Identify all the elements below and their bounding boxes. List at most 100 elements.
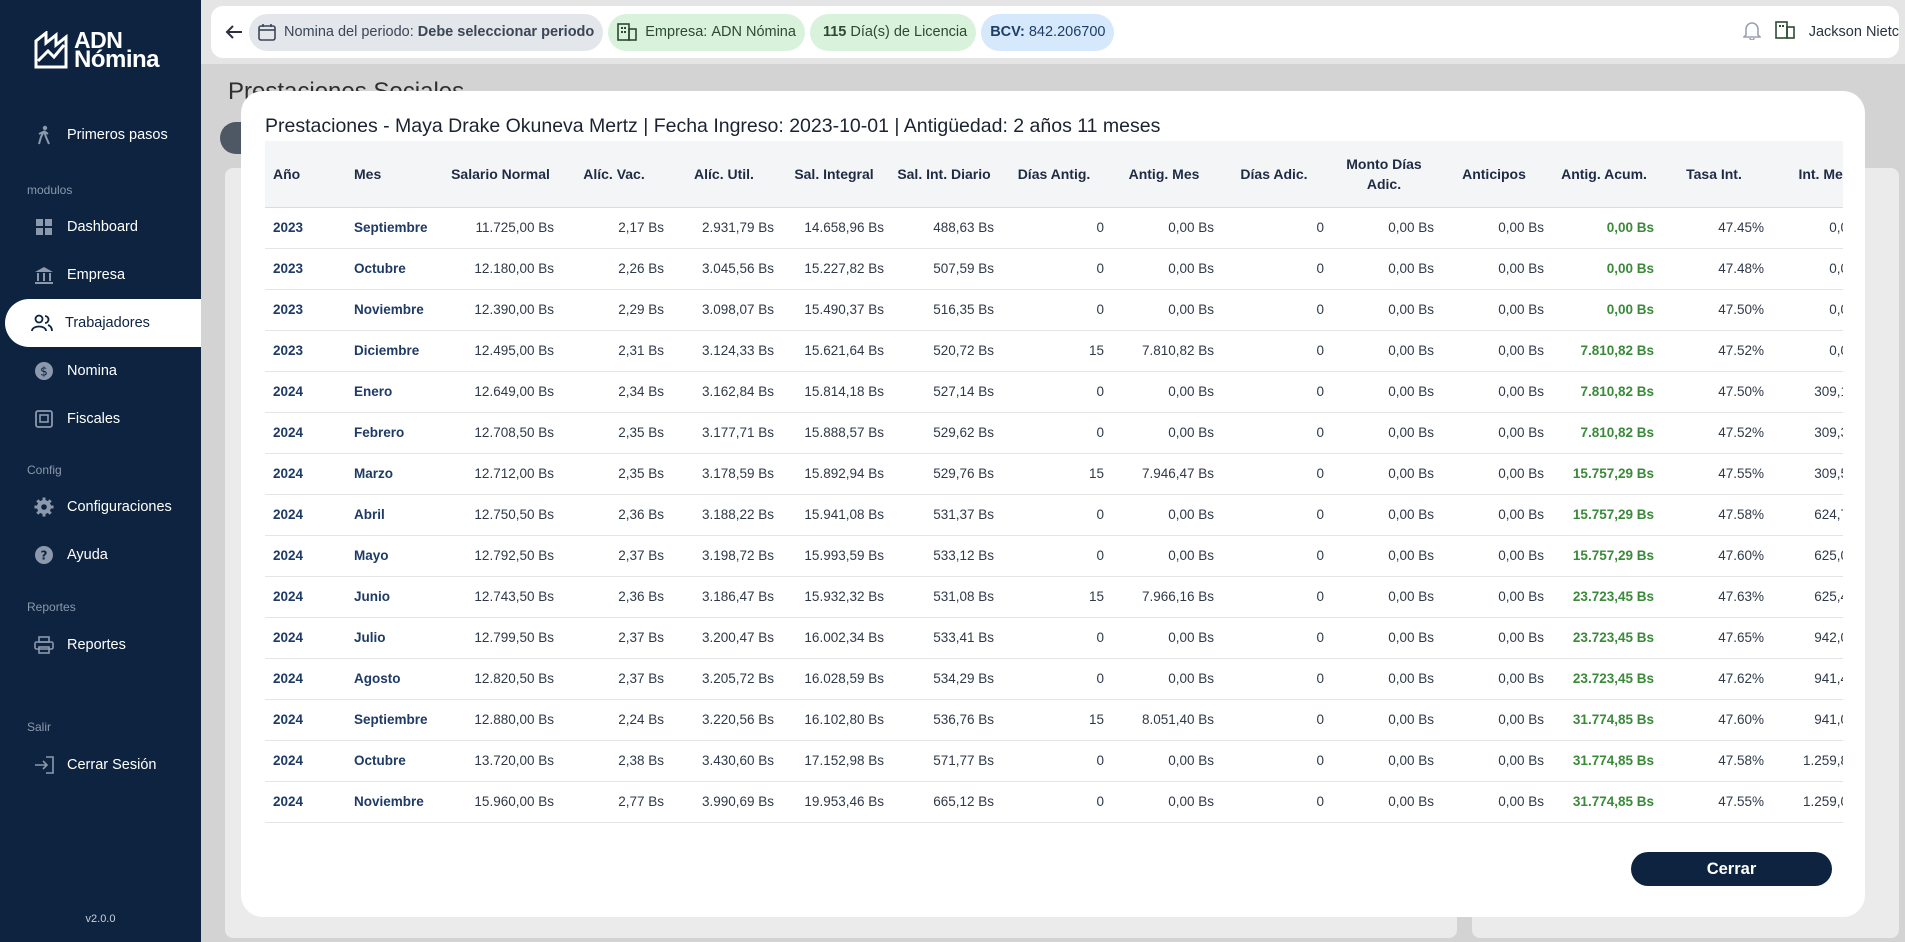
table-row[interactable]: 2024 Mayo 12.792,50 Bs 2,37 Bs 3.198,72 Bs 15…: [265, 535, 1843, 576]
empresa-chip[interactable]: Empresa: ADN Nómina: [608, 13, 805, 51]
table-cell: 0,00 Bs: [1498, 261, 1544, 276]
table-cell: 12.390,00 Bs: [474, 302, 554, 317]
sidebar-item-configuraciones[interactable]: Configuraciones: [0, 483, 201, 531]
table-cell: 2,36 Bs: [618, 589, 664, 604]
table-row[interactable]: 2024 Agosto 12.820,50 Bs 2,37 Bs 3.205,72 Bs…: [265, 658, 1843, 699]
bell-icon[interactable]: [1741, 20, 1762, 44]
table-cell: 2,26 Bs: [618, 261, 664, 276]
svg-text:$: $: [40, 365, 48, 379]
table-row[interactable]: 2024 Abril 12.750,50 Bs 2,36 Bs 3.188,22 Bs 1…: [265, 494, 1843, 535]
table-cell: 0: [1316, 302, 1324, 317]
sidebar-item-trabajadores[interactable]: Trabajadores: [5, 299, 201, 347]
table-row[interactable]: 2024 Noviembre 15.960,00 Bs 2,77 Bs 3.990,69…: [265, 781, 1843, 822]
table-cell: 47.65%: [1718, 630, 1764, 645]
sidebar-item-label: Primeros pasos: [67, 127, 168, 143]
table-cell: 0,00 Bs: [1498, 425, 1544, 440]
table-cell: 2024: [273, 425, 304, 440]
table-cell: 0: [1316, 425, 1324, 440]
table-cell: 0: [1316, 466, 1324, 481]
user-name[interactable]: Jackson Nietc: [1809, 24, 1899, 40]
table-cell: Junio: [354, 589, 390, 604]
table-row[interactable]: 2024 Marzo 12.712,00 Bs 2,35 Bs 3.178,59 Bs 1…: [265, 453, 1843, 494]
col-header: Anticipos: [1444, 141, 1554, 208]
table-cell: 47.55%: [1718, 794, 1764, 809]
sidebar-item-label: Trabajadores: [65, 315, 150, 331]
table-cell: 507,59 Bs: [933, 261, 994, 276]
table-row[interactable]: 2023 Septiembre 11.725,00 Bs 2,17 Bs 2.931,7…: [265, 207, 1843, 248]
table-cell: 47.62%: [1718, 671, 1764, 686]
col-header: Antig. Mes: [1114, 141, 1224, 208]
sidebar-item-fiscales[interactable]: Fiscales: [0, 395, 201, 443]
table-cell: 2,29 Bs: [618, 302, 664, 317]
table-row[interactable]: 2023 Diciembre 12.495,00 Bs 2,31 Bs 3.124,33…: [265, 330, 1843, 371]
dashboard-icon: [33, 216, 55, 238]
sidebar-item-primeros-pasos[interactable]: Primeros pasos: [0, 111, 201, 159]
table-cell: 0,00 Bs: [1168, 425, 1214, 440]
table-cell: 15.227,82 Bs: [804, 261, 884, 276]
table-row[interactable]: 2024 Julio 12.799,50 Bs 2,37 Bs 3.200,47 Bs 1…: [265, 617, 1843, 658]
table-cell: 11.725,00 Bs: [475, 220, 554, 235]
table-cell: Julio: [354, 630, 386, 645]
table-cell: 624,78 Bs: [1814, 507, 1843, 522]
sidebar-item-dashboard[interactable]: Dashboard: [0, 203, 201, 251]
table-cell: 0,00 Bs: [1829, 261, 1843, 276]
table-cell: 0,00 Bs: [1388, 671, 1434, 686]
table-cell: 2023: [273, 220, 304, 235]
table-cell: 12.750,50 Bs: [474, 507, 554, 522]
sidebar-item-empresa[interactable]: Empresa: [0, 251, 201, 299]
sidebar-item-label: Ayuda: [67, 547, 108, 563]
table-cell: Enero: [354, 384, 393, 399]
top-bar: Nomina del periodo: Debe seleccionar per…: [211, 6, 1899, 58]
sidebar-item-reportes[interactable]: Reportes: [0, 621, 201, 669]
table-cell: 0,00 Bs: [1388, 302, 1434, 317]
table-cell: 47.60%: [1718, 548, 1764, 563]
table-cell: 2,31 Bs: [618, 343, 664, 358]
table-cell: 2023: [273, 343, 304, 358]
table-cell: 0,00 Bs: [1168, 384, 1214, 399]
table-cell: 15.757,29 Bs: [1572, 548, 1654, 563]
table-cell: 3.045,56 Bs: [701, 261, 774, 276]
table-cell: 0,00 Bs: [1498, 671, 1544, 686]
users-icon: [31, 312, 53, 334]
table-row[interactable]: 2023 Octubre 12.180,00 Bs 2,26 Bs 3.045,56 B…: [265, 248, 1843, 289]
table-cell: 0: [1316, 589, 1324, 604]
table-cell: 0,00 Bs: [1498, 548, 1544, 563]
sidebar-item-ayuda[interactable]: ? Ayuda: [0, 531, 201, 579]
section-label-modulos: modulos: [27, 183, 73, 197]
back-arrow-icon[interactable]: [221, 19, 247, 45]
table-row[interactable]: 2023 Noviembre 12.390,00 Bs 2,29 Bs 3.098,07…: [265, 289, 1843, 330]
table-cell: 0,00 Bs: [1388, 384, 1434, 399]
table-cell: 23.723,45 Bs: [1572, 630, 1654, 645]
table-cell: 15: [1088, 343, 1104, 358]
table-row[interactable]: 2024 Octubre 13.720,00 Bs 2,38 Bs 3.430,60 B…: [265, 740, 1843, 781]
table-cell: 942,02 Bs: [1814, 630, 1843, 645]
table-row[interactable]: 2024 Enero 12.649,00 Bs 2,34 Bs 3.162,84 Bs 1…: [265, 371, 1843, 412]
periodo-chip[interactable]: Nomina del periodo: Debe seleccionar per…: [249, 13, 604, 51]
sidebar-item-nomina[interactable]: $ Nomina: [0, 347, 201, 395]
licencia-chip[interactable]: 115 Día(s) de Licencia: [809, 13, 977, 51]
table-cell: 516,35 Bs: [933, 302, 994, 317]
table-cell: 15.814,18 Bs: [804, 384, 884, 399]
table-cell: 0,00 Bs: [1498, 343, 1544, 358]
table-cell: 0,00 Bs: [1168, 630, 1214, 645]
table-cell: 0,00 Bs: [1498, 589, 1544, 604]
close-button[interactable]: Cerrar: [1631, 852, 1832, 886]
logout-icon: [33, 754, 55, 776]
col-header: Días Adic.: [1224, 141, 1334, 208]
table-cell: 16.028,59 Bs: [804, 671, 884, 686]
modal-title: Prestaciones - Maya Drake Okuneva Mertz …: [265, 115, 1161, 137]
table-row[interactable]: 2024 Septiembre 12.880,00 Bs 2,24 Bs 3.220,5…: [265, 699, 1843, 740]
col-header: Días Antig.: [1004, 141, 1114, 208]
table-row[interactable]: 2024 Febrero 12.708,50 Bs 2,35 Bs 3.177,71 B…: [265, 412, 1843, 453]
sidebar-item-label: Empresa: [67, 267, 126, 283]
table-cell: 533,12 Bs: [933, 548, 994, 563]
svg-text:?: ?: [41, 549, 48, 563]
brand-logo[interactable]: ADN Nómina: [34, 29, 160, 72]
table-row[interactable]: 2024 Junio 12.743,50 Bs 2,36 Bs 3.186,47 Bs 1…: [265, 576, 1843, 617]
bcv-chip[interactable]: BCV: 842.206700: [981, 13, 1115, 51]
table-cell: 3.186,47 Bs: [701, 589, 774, 604]
table-cell: 488,63 Bs: [933, 220, 994, 235]
sidebar-item-cerrar-sesion[interactable]: Cerrar Sesión: [0, 741, 201, 789]
table-cell: 0,00 Bs: [1168, 507, 1214, 522]
prestaciones-table-wrap[interactable]: Año Mes Salario Normal Alíc. Vac. Alíc. …: [265, 141, 1843, 823]
